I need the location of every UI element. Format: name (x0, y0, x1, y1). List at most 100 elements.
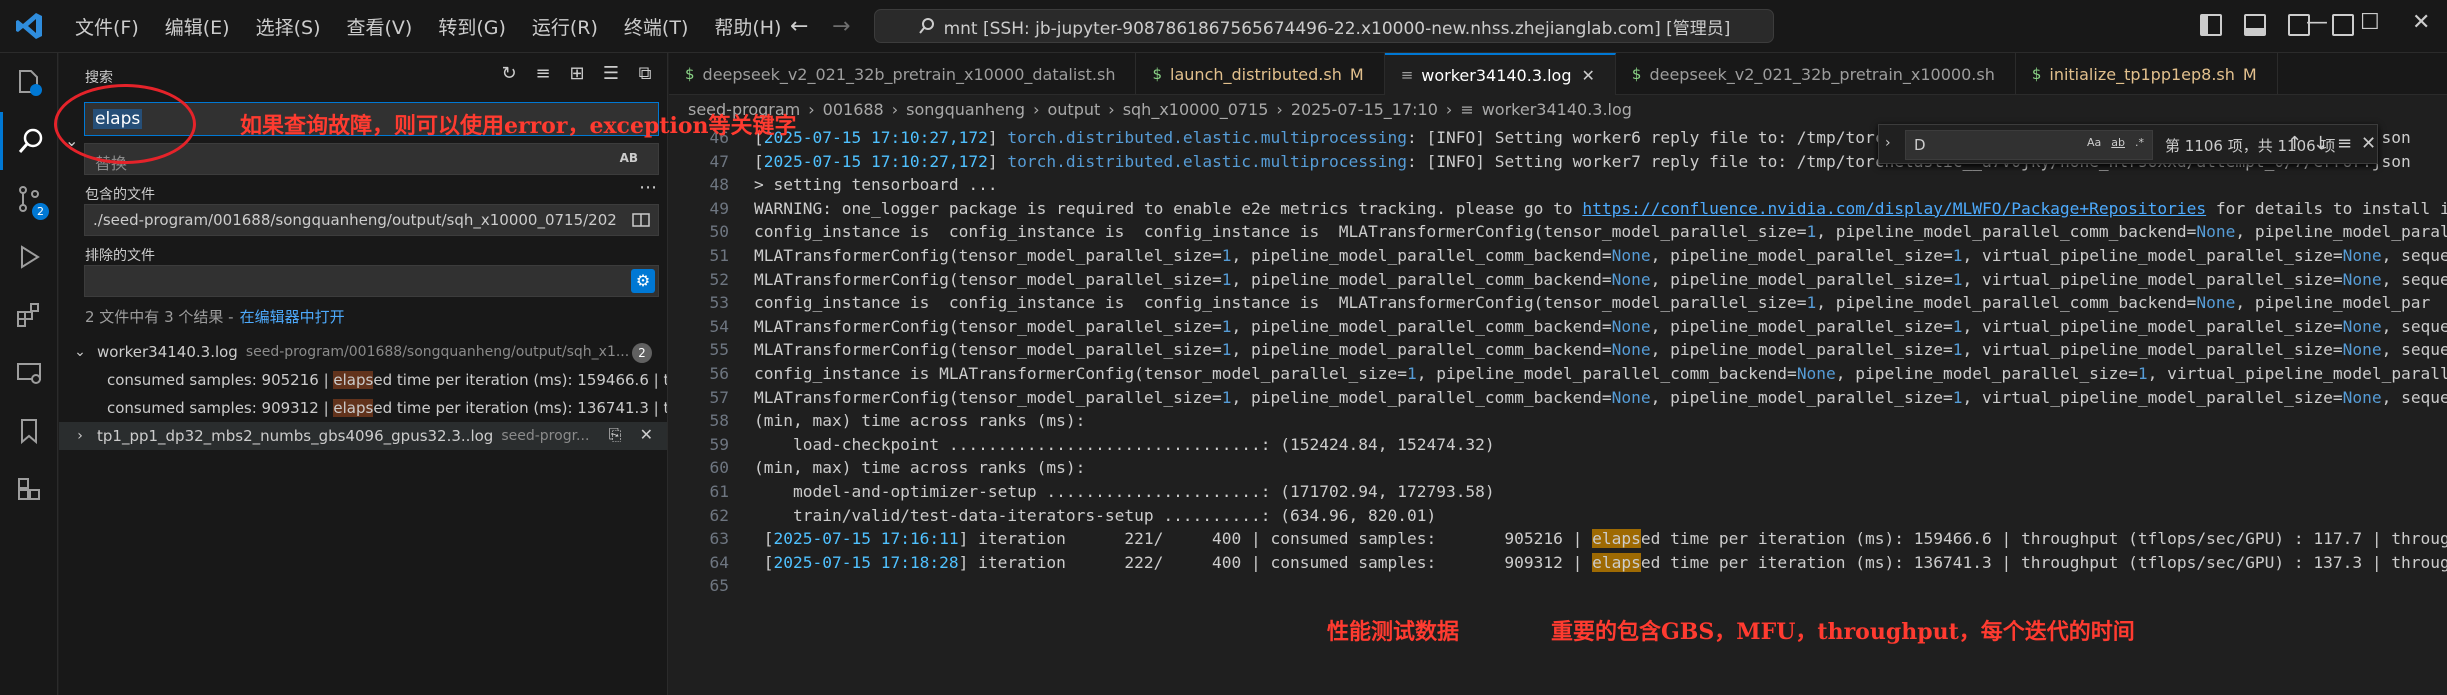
bookmark-icon[interactable] (0, 402, 58, 460)
next-match-icon[interactable]: ↓ (2313, 133, 2328, 154)
annotation-perf-data: 性能测试数据 (1327, 619, 1460, 645)
menu-selection[interactable]: 选择(S) (243, 13, 334, 40)
forward-arrow-icon[interactable]: → (832, 14, 850, 39)
code-text: [2025-07-15 17:16:11] iteration 221/ 400… (754, 529, 2447, 549)
close-tab-icon[interactable]: ✕ (1581, 66, 1594, 85)
toggle-panel-icon[interactable] (2244, 14, 2266, 36)
line-number: 64 (709, 552, 730, 572)
code-text: MLATransformerConfig(tensor_model_parall… (754, 269, 2447, 289)
menu-file[interactable]: 文件(F) (62, 13, 152, 40)
code-line: 51 MLATransformerConfig(tensor_model_para… (669, 244, 2447, 268)
toggle-replace-icon[interactable]: › (1885, 135, 1891, 151)
preserve-case-toggle[interactable]: AB (620, 151, 638, 165)
clear-results-icon[interactable]: ≡ (533, 63, 553, 84)
code-line: 59 load-checkpoint .....................… (669, 433, 2447, 457)
use-exclude-settings-icon[interactable]: ⚙ (631, 269, 655, 293)
open-in-editor-link[interactable]: 在编辑器中打开 (240, 308, 345, 326)
line-number: 47 (709, 151, 730, 171)
toggle-details-icon[interactable]: ⋯ (639, 177, 657, 198)
new-search-editor-icon[interactable]: ⊞ (567, 63, 587, 84)
find-input-value: D (1914, 136, 1926, 154)
view-as-tree-icon[interactable]: ☰ (601, 63, 621, 84)
code-text: [2025-07-15 17:18:28] iteration 222/ 400… (754, 552, 2447, 572)
code-line: 61 model-and-optimizer-setup ...........… (669, 480, 2447, 504)
log-file-icon: ≡ (1460, 100, 1474, 119)
breadcrumb-item[interactable]: 2025-07-15_17:10 (1291, 100, 1438, 119)
row-actions: ⎘ ✕ (609, 425, 653, 445)
command-center[interactable]: mnt [SSH: jb-jupyter-908786186756567449​… (874, 9, 1774, 43)
previous-match-icon[interactable]: ↑ (2287, 133, 2302, 154)
tab-worker-log[interactable]: ≡ worker34140.3.log ✕ (1384, 53, 1616, 95)
breadcrumb-item[interactable]: output (1048, 100, 1101, 119)
code-text: WARNING: one_logger package is required … (754, 198, 2447, 218)
close-find-icon[interactable]: ✕ (2361, 133, 2376, 154)
maximize-icon[interactable]: ☐ (2360, 10, 2380, 35)
result-match-row[interactable]: consumed samples: 909312 | elapsed time … (59, 394, 667, 422)
menu-edit[interactable]: 编辑(E) (152, 13, 243, 40)
run-debug-icon[interactable] (0, 228, 58, 286)
menu-run[interactable]: 运行(R) (519, 13, 611, 40)
tab-label: launch_distributed.sh (1170, 64, 1342, 84)
result-file-row[interactable]: › tp1_pp1_dp32_mbs2_numbs_gbs4096_gpus32… (59, 422, 667, 450)
search-activity-icon[interactable] (0, 112, 58, 170)
find-in-selection-icon[interactable]: ≡ (2337, 133, 2352, 154)
sidebar-actions: ↻ ≡ ⊞ ☰ ⧉ (499, 63, 655, 84)
code-line: 54 MLATransformerConfig(tensor_model_para… (669, 315, 2447, 339)
breadcrumb: seed-program › 001688 › songquanheng › outp… (688, 100, 1632, 119)
shell-file-icon: $ (685, 65, 695, 83)
tab-datalist-sh[interactable]: $ deepseek_v2_021_32b_pretrain_x10000_da… (669, 53, 1137, 95)
breadcrumb-item[interactable]: 001688 (823, 100, 884, 119)
regex-toggle[interactable]: .* (2135, 136, 2144, 149)
remote-explorer-icon[interactable] (0, 344, 58, 402)
result-file-name: tp1_pp1_dp32_mbs2_numbs_gbs4096_gpus32.3… (97, 427, 494, 445)
breadcrumb-separator: › (1108, 100, 1115, 119)
include-files-input[interactable]: ./seed-program/001688/songquanheng/outpu… (84, 204, 659, 236)
include-files-value: ./seed-program/001688/songquanheng/outpu… (93, 211, 618, 229)
result-file-path: seed-progr... (501, 428, 590, 444)
customize-layout-icon[interactable] (2332, 14, 2354, 36)
open-editors-only-icon[interactable] (631, 210, 651, 230)
result-file-row[interactable]: ⌄ worker34140.3.log seed-program/001688/… (59, 338, 667, 366)
extensions-icon[interactable] (0, 286, 58, 344)
menu-terminal[interactable]: 终端(T) (611, 13, 701, 40)
minimize-icon[interactable]: — (2306, 10, 2328, 35)
code-text: config_instance is config_instance is co… (754, 293, 2431, 313)
command-center-text: mnt [SSH: jb-jupyter-908786186756567449​… (943, 18, 1731, 39)
close-window-icon[interactable]: ✕ (2412, 10, 2430, 35)
code-line: 60 (min, max) time across ranks (ms): (669, 456, 2447, 480)
tab-pretrain-sh[interactable]: $ deepseek_v2_021_32b_pretrain_x10000.sh (1616, 53, 2016, 95)
menu-view[interactable]: 查看(V) (334, 13, 426, 40)
replace-all-icon[interactable]: ⎘ (609, 425, 622, 445)
refresh-icon[interactable]: ↻ (499, 63, 519, 84)
whole-word-toggle[interactable]: ab (2111, 136, 2125, 149)
line-number: 53 (709, 293, 730, 313)
log-file-icon: ≡ (1400, 66, 1414, 84)
collapse-all-icon[interactable]: ⧉ (635, 63, 655, 84)
breadcrumb-item[interactable]: worker34140.3.log (1482, 100, 1632, 119)
toggle-primary-sidebar-icon[interactable] (2200, 14, 2222, 36)
line-number: 57 (709, 387, 730, 407)
containers-icon[interactable] (0, 460, 58, 518)
result-file-path: seed-program/001688/songquanheng/output/… (245, 344, 630, 360)
match-case-toggle[interactable]: Aa (2087, 136, 2101, 149)
tab-initialize-sh[interactable]: $ initialize_tp1pp1ep8.sh M (2016, 53, 2278, 95)
source-control-icon[interactable]: 2 (0, 170, 58, 228)
chevron-down-icon: ⌄ (74, 344, 86, 360)
menu-help[interactable]: 帮助(H) (701, 13, 794, 40)
line-number: 60 (709, 458, 730, 478)
menu-go[interactable]: 转到(G) (425, 13, 519, 40)
results-summary: 2 文件中有 3 个结果 - 在编辑器中打开 (85, 306, 345, 327)
code-line: 48 > setting tensorboard ... (669, 173, 2447, 197)
tab-launch-distributed-sh[interactable]: $ launch_distributed.sh M (1136, 53, 1385, 95)
breadcrumb-item[interactable]: songquanheng (906, 100, 1025, 119)
exclude-files-input[interactable]: ⚙ (84, 265, 659, 297)
line-number: 62 (709, 505, 730, 525)
breadcrumb-item[interactable]: sqh_x10000_0715 (1123, 100, 1269, 119)
result-match-row[interactable]: consumed samples: 905216 | elapsed time … (59, 366, 667, 394)
code-editor[interactable]: 46 [2025-07-15 17:10:27,172] torch.distri… (669, 126, 2447, 695)
dismiss-icon[interactable]: ✕ (640, 425, 653, 445)
back-arrow-icon[interactable]: ← (790, 14, 808, 39)
explorer-icon[interactable] (0, 54, 58, 112)
find-result-count: 第 1106 项，共 1106 项 (2165, 137, 2336, 155)
code-line: 49 WARNING: one_logger package is require… (669, 197, 2447, 221)
